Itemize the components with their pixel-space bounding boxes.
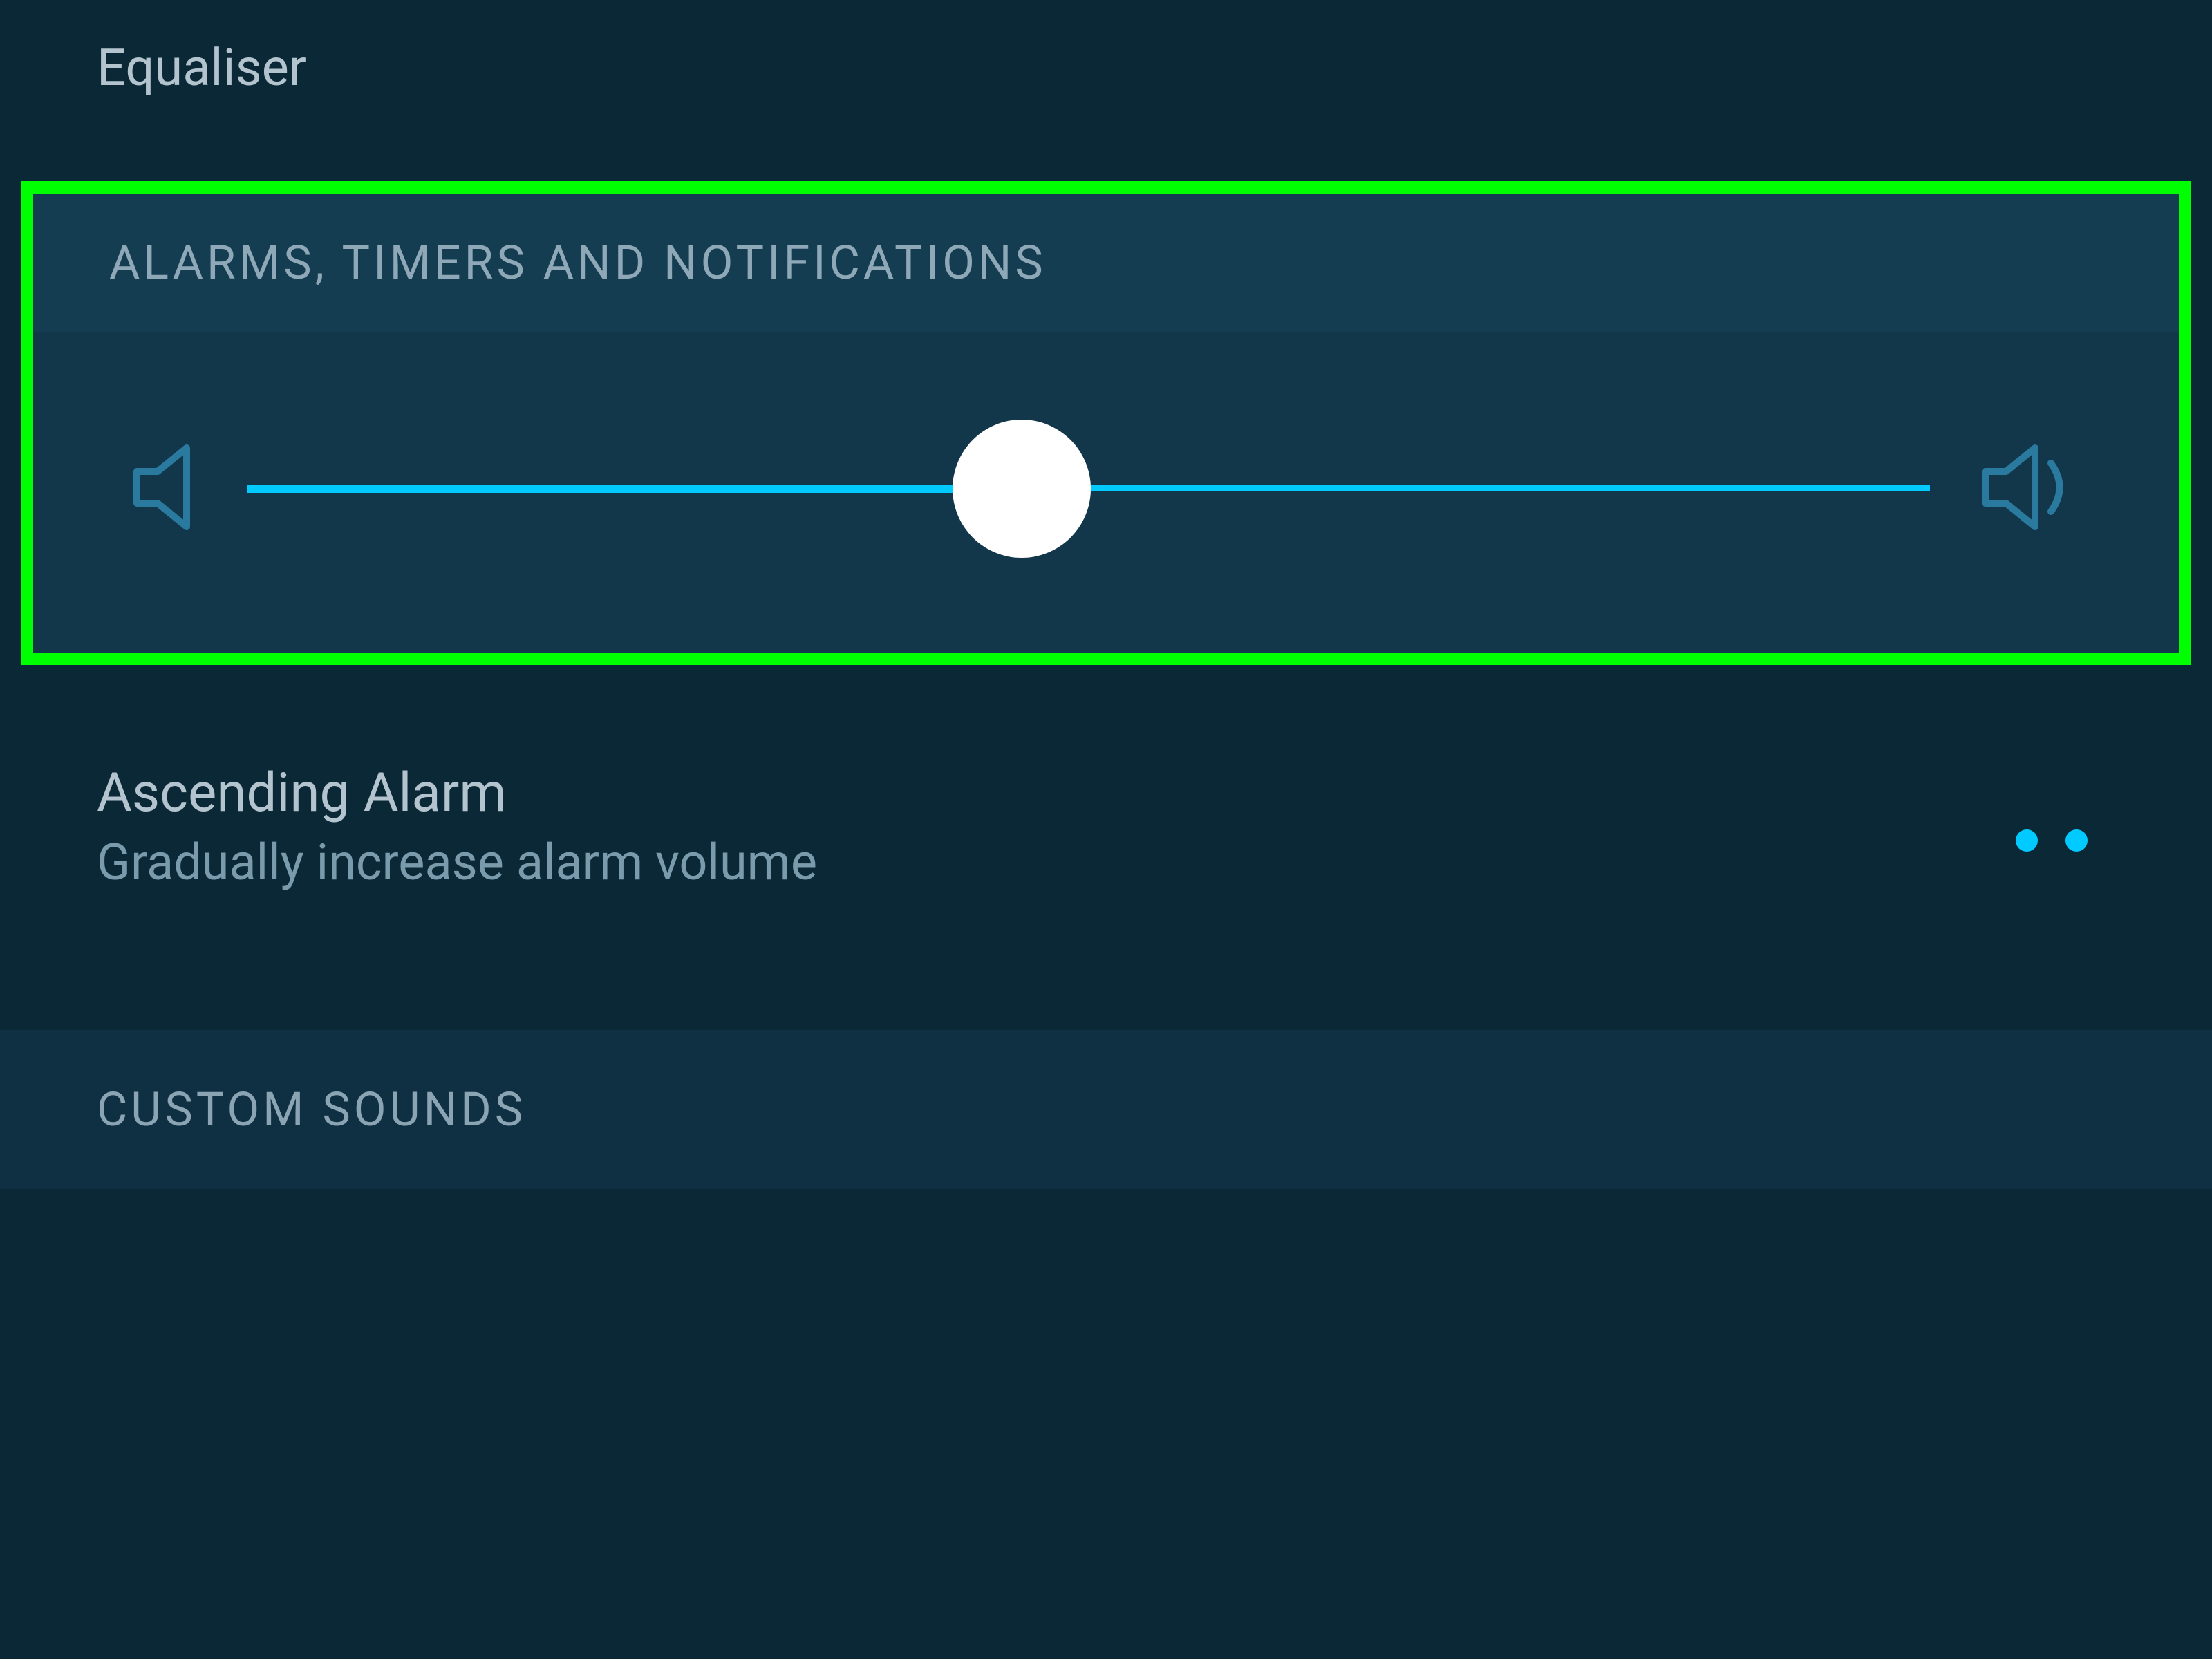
custom-sounds-header: CUSTOM SOUNDS — [0, 1030, 2212, 1189]
dot-icon — [2016, 830, 2038, 852]
ascending-alarm-row[interactable]: Ascending Alarm Gradually increase alarm… — [0, 665, 2212, 1030]
alarms-section-header: ALARMS, TIMERS AND NOTIFICATIONS — [33, 194, 2179, 332]
slider-track-remaining — [1022, 485, 1930, 491]
slider-handle[interactable] — [953, 420, 1091, 558]
alarms-header-text: ALARMS, TIMERS AND NOTIFICATIONS — [109, 235, 2103, 290]
speaker-loud-icon[interactable] — [1978, 442, 2082, 535]
ascending-alarm-text: Ascending Alarm Gradually increase alarm… — [97, 762, 817, 892]
ascending-alarm-title: Ascending Alarm — [97, 762, 817, 825]
ascending-alarm-subtitle: Gradually increase alarm volume — [97, 833, 817, 892]
alarms-section-highlighted: ALARMS, TIMERS AND NOTIFICATIONS — [21, 181, 2191, 665]
speaker-mute-icon[interactable] — [130, 442, 199, 535]
equaliser-row[interactable]: Equaliser — [0, 0, 2212, 181]
slider-track-filled — [247, 485, 1022, 493]
custom-sounds-text: CUSTOM SOUNDS — [97, 1082, 2115, 1137]
dot-icon — [2065, 830, 2088, 852]
loading-indicator — [2016, 830, 2115, 852]
volume-slider[interactable] — [247, 485, 1930, 493]
equaliser-label: Equaliser — [97, 38, 2115, 98]
volume-slider-container — [33, 332, 2179, 653]
